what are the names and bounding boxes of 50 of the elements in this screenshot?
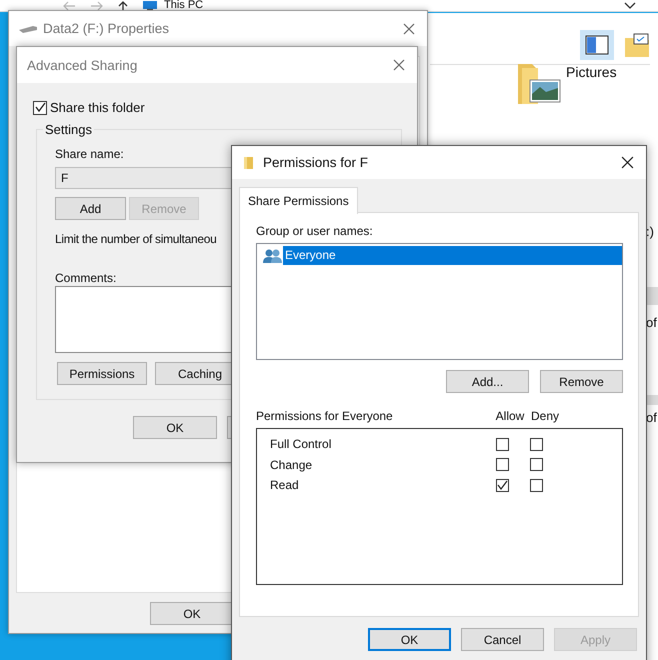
dialog-title: Permissions for F [263, 155, 368, 170]
add-button[interactable]: Add... [446, 370, 529, 393]
checkbox-label[interactable]: Share this folder [50, 100, 145, 115]
users-icon [263, 248, 282, 264]
limit-text: Limit the number of simultaneou [55, 232, 216, 246]
tab[interactable]: Share Permissions [239, 187, 358, 214]
permission-name: Change [270, 458, 314, 472]
group-label: Group or user names: [256, 224, 374, 238]
column-header: Allow [494, 409, 526, 423]
cut-off-text: :) [646, 224, 654, 239]
row-stripe [646, 287, 658, 305]
folder-preview-icon[interactable] [624, 32, 650, 58]
group-title: Settings [43, 122, 94, 137]
permissions-button[interactable]: Permissions [57, 362, 147, 385]
details-pane-icon[interactable] [580, 30, 614, 60]
dialog-title: Advanced Sharing [27, 58, 138, 72]
allow-checkbox[interactable] [496, 478, 508, 492]
cut-off-text: of [646, 315, 657, 330]
cut-off-text: of [646, 410, 657, 425]
add-button[interactable]: Add [55, 197, 126, 220]
window-title: Data2 (F:) Properties [43, 21, 170, 36]
ok-button[interactable]: OK [368, 628, 451, 651]
permission-name: Read [270, 478, 300, 492]
folder-label[interactable]: Pictures [566, 64, 617, 80]
back-arrow-icon[interactable] [62, 0, 76, 10]
permissions-label: Permissions for Everyone [256, 409, 394, 423]
folder-icon [244, 156, 253, 168]
allow-checkbox[interactable] [496, 438, 508, 451]
ok-button[interactable]: OK [133, 416, 217, 439]
permission-name: Full Control [270, 437, 332, 452]
chevron-down-icon[interactable] [624, 2, 636, 10]
row-stripe [646, 395, 658, 405]
list-item[interactable]: Everyone [283, 246, 622, 265]
ok-button[interactable]: OK [150, 602, 234, 625]
share-checkbox[interactable] [33, 100, 47, 114]
comments-label: Comments: [55, 271, 116, 285]
drive-icon [19, 24, 37, 32]
forward-arrow-icon[interactable] [90, 0, 104, 10]
computer-icon [142, 0, 158, 10]
remove-button[interactable]: Remove [540, 370, 623, 393]
column-header: Deny [530, 409, 560, 423]
deny-checkbox[interactable] [530, 458, 543, 472]
close-icon[interactable] [621, 156, 634, 169]
share-name-label: Share name: [55, 147, 124, 161]
address-text[interactable]: This PC [164, 0, 204, 11]
deny-checkbox[interactable] [530, 478, 543, 492]
up-arrow-icon[interactable] [118, 0, 128, 10]
allow-checkbox[interactable] [496, 458, 508, 472]
deny-checkbox[interactable] [530, 438, 543, 451]
cancel-button[interactable]: Cancel [461, 628, 544, 651]
